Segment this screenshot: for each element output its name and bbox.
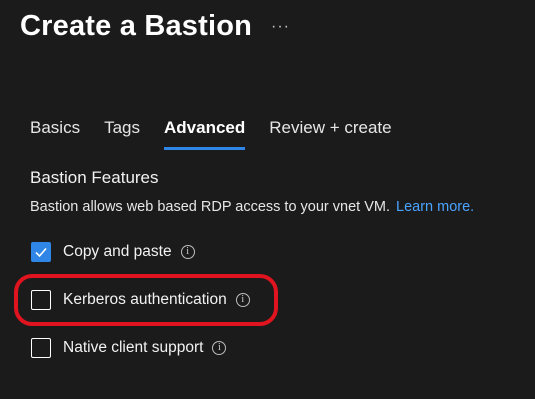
more-options-button[interactable]: ··· xyxy=(271,18,290,36)
native-client-checkbox[interactable] xyxy=(31,338,51,358)
kerberos-label: Kerberos authentication xyxy=(63,291,227,308)
tab-review-create[interactable]: Review + create xyxy=(269,118,391,150)
tab-tags[interactable]: Tags xyxy=(104,118,140,150)
info-icon[interactable]: i xyxy=(235,293,250,307)
kerberos-checkbox[interactable] xyxy=(31,290,51,310)
copy-paste-option[interactable]: Copy and paste i xyxy=(31,241,195,263)
info-icon[interactable]: i xyxy=(180,245,195,259)
tab-basics[interactable]: Basics xyxy=(30,118,80,150)
section-title: Bastion Features xyxy=(30,168,159,187)
native-client-option[interactable]: Native client support i xyxy=(31,337,227,359)
kerberos-option[interactable]: Kerberos authentication i xyxy=(31,289,250,311)
checkmark-icon xyxy=(35,247,47,258)
native-client-label: Native client support xyxy=(63,339,204,356)
tab-bar: Basics Tags Advanced Review + create xyxy=(30,118,416,150)
create-bastion-page: Create a Bastion ··· Basics Tags Advance… xyxy=(0,0,535,399)
page-title: Create a Bastion xyxy=(20,10,253,42)
section-description: Bastion allows web based RDP access to y… xyxy=(30,199,474,215)
tab-advanced[interactable]: Advanced xyxy=(164,118,246,150)
info-icon[interactable]: i xyxy=(212,341,227,355)
copy-paste-checkbox[interactable] xyxy=(31,242,51,262)
copy-paste-label: Copy and paste xyxy=(63,243,172,260)
learn-more-link[interactable]: Learn more. xyxy=(396,199,474,215)
description-text: Bastion allows web based RDP access to y… xyxy=(30,199,390,215)
